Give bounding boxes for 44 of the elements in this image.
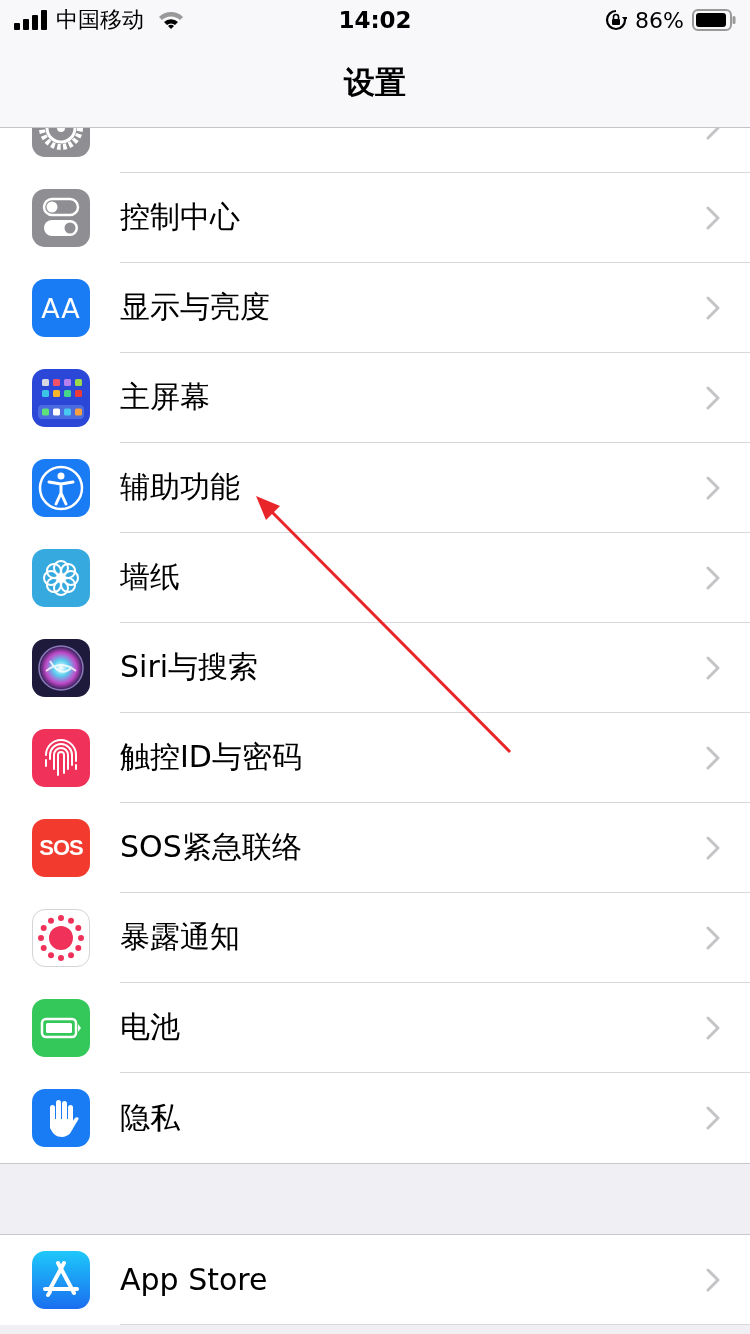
chevron-icon <box>706 1267 720 1292</box>
a-shape-icon <box>32 1251 90 1309</box>
page-title: 设置 <box>344 62 406 102</box>
orb-icon <box>32 639 90 697</box>
chevron-icon <box>706 385 720 410</box>
signal-icon <box>14 10 48 30</box>
clock-time: 14:02 <box>338 7 412 33</box>
battery-percent: 86% <box>635 7 684 33</box>
setting-label[interactable]: 控制中心 <box>120 197 706 238</box>
battery-icon <box>32 999 90 1057</box>
battery-icon <box>692 9 736 31</box>
setting-label[interactable]: App Store <box>120 1262 706 1297</box>
setting-label[interactable]: Siri与搜索 <box>120 647 706 688</box>
setting-label[interactable]: 辅助功能 <box>120 467 706 508</box>
rotation-lock-icon <box>605 9 628 31</box>
carrier-name: 中国移动 <box>56 6 144 34</box>
chevron-icon <box>706 1106 720 1130</box>
setting-label[interactable]: 暴露通知 <box>120 917 706 958</box>
setting-label[interactable]: 显示与亮度 <box>120 287 706 328</box>
text-size-icon: AA <box>32 279 90 337</box>
chevron-icon <box>706 565 720 590</box>
dotted-sun-icon <box>32 909 90 967</box>
app-grid-icon <box>32 369 90 427</box>
wifi-icon <box>158 11 184 29</box>
setting-label[interactable]: 触控ID与密码 <box>120 737 706 778</box>
setting-label[interactable]: 主屏幕 <box>120 377 706 418</box>
sos-icon: SOS <box>32 819 90 877</box>
hand-icon <box>32 1089 90 1147</box>
chevron-icon <box>706 655 720 680</box>
chevron-icon <box>706 205 720 230</box>
setting-label[interactable]: 隐私 <box>120 1097 706 1139</box>
chevron-icon <box>706 925 720 950</box>
flower-icon <box>32 549 90 607</box>
chevron-icon <box>706 745 720 770</box>
setting-label[interactable]: 墙纸 <box>120 557 706 598</box>
chevron-icon <box>706 295 720 320</box>
chevron-icon <box>706 835 720 860</box>
toggle-switches-icon <box>32 189 90 247</box>
chevron-icon <box>706 475 720 500</box>
setting-label[interactable]: SOS紧急联络 <box>120 827 706 868</box>
accessibility-icon <box>32 459 90 517</box>
fingerprint-icon <box>32 729 90 787</box>
setting-label[interactable]: 电池 <box>120 1007 706 1048</box>
chevron-icon <box>706 1015 720 1040</box>
